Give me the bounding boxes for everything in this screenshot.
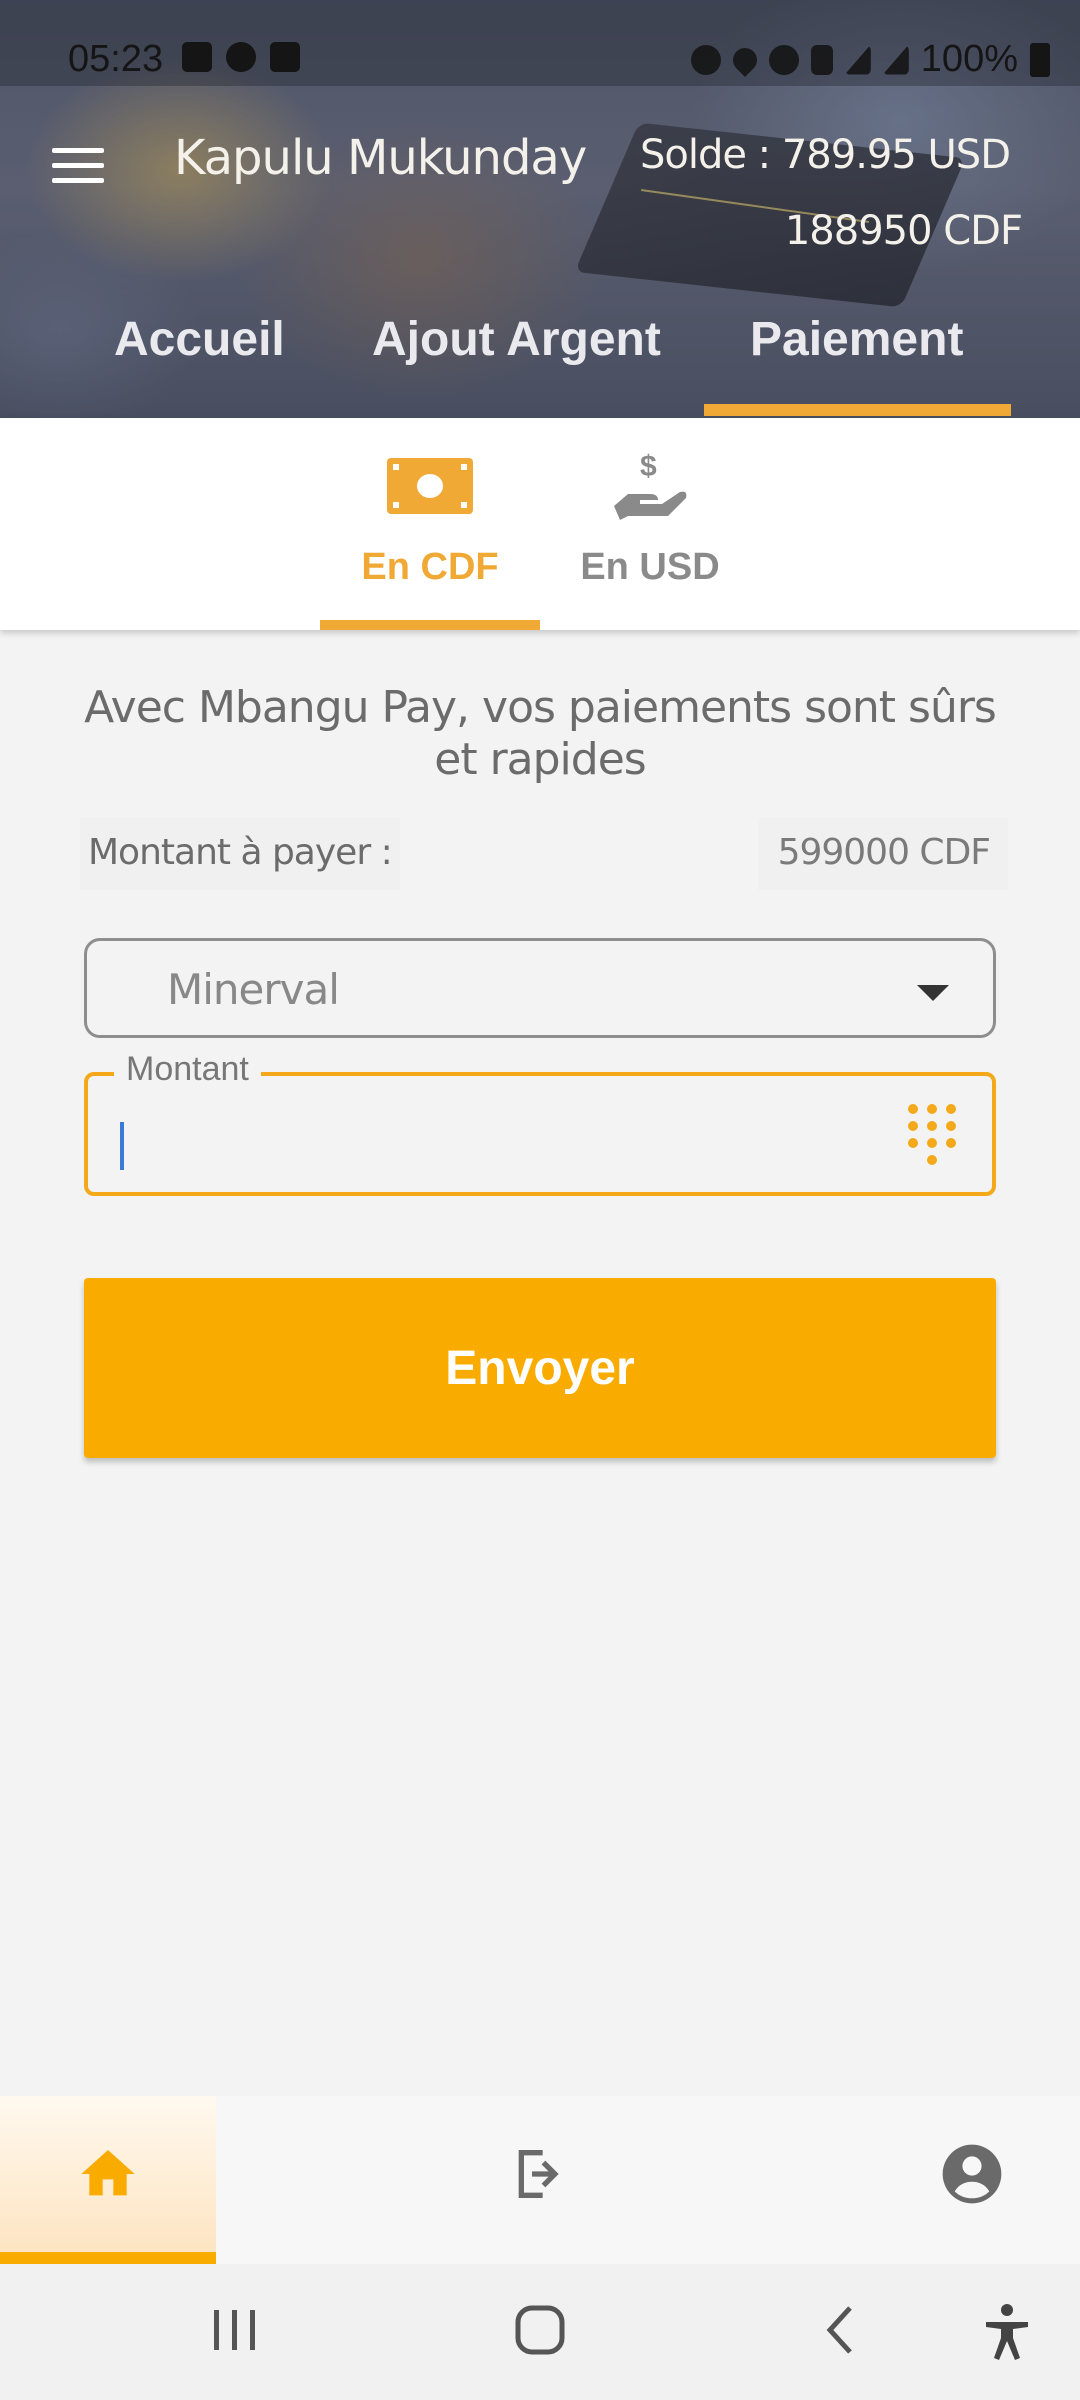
- notification-icons: [182, 42, 300, 72]
- dialpad-icon[interactable]: [908, 1104, 956, 1168]
- bottom-navigation: [0, 2096, 1080, 2264]
- hand-dollar-icon: $: [614, 450, 687, 520]
- status-bar: 05:23 100%: [0, 0, 1080, 86]
- amount-to-pay-value: 599000 CDF: [777, 832, 991, 873]
- battery-percent: 100%: [920, 38, 1018, 80]
- dropdown-arrow-icon: [917, 985, 949, 1001]
- hotspot-icon: [768, 44, 799, 75]
- amount-to-pay-row: Montant à payer : 599000 CDF: [80, 818, 1008, 890]
- user-name: Kapulu Mukunday: [174, 130, 587, 186]
- amount-input[interactable]: Montant: [84, 1050, 996, 1196]
- amount-label-box: Montant à payer :: [80, 818, 400, 890]
- main-tabs: Accueil Ajout Argent Paiement: [0, 300, 1080, 418]
- tab-paiement[interactable]: Paiement: [750, 312, 963, 367]
- amount-to-pay-label: Montant à payer :: [88, 832, 393, 873]
- battery-icon: [1030, 42, 1050, 77]
- amount-value-box: 599000 CDF: [758, 818, 1008, 890]
- home-button-icon[interactable]: [512, 2302, 568, 2358]
- payment-type-value: Minerval: [167, 965, 340, 1014]
- balance-cdf: 188950 CDF: [784, 208, 1023, 254]
- system-navigation-bar: [0, 2264, 1080, 2400]
- location-icon: [727, 42, 762, 77]
- facebook-notification-icon: [226, 42, 256, 72]
- app-header: 05:23 100% Kapulu Mukunday Solde : 789.9…: [0, 0, 1080, 418]
- account-icon[interactable]: [940, 2142, 1004, 2206]
- subtab-en-cdf[interactable]: En CDF: [320, 418, 540, 630]
- alarm-icon: [690, 44, 721, 75]
- send-button[interactable]: Envoyer: [84, 1278, 996, 1458]
- tagline: Avec Mbangu Pay, vos paiements sont sûrs…: [84, 682, 997, 785]
- tab-accueil[interactable]: Accueil: [114, 312, 285, 367]
- active-tab-indicator: [704, 404, 1011, 416]
- hamburger-menu-icon[interactable]: [52, 148, 104, 184]
- subtab-en-usd[interactable]: $ En USD: [540, 418, 760, 630]
- accessibility-icon[interactable]: [982, 2302, 1032, 2362]
- back-icon[interactable]: [818, 2302, 862, 2358]
- text-cursor: [120, 1122, 124, 1170]
- banknote-icon: [387, 458, 473, 514]
- currency-subtabs: En CDF $ En USD: [0, 418, 1080, 630]
- system-status-icons: 100%: [690, 38, 1050, 81]
- subtab-label-cdf: En CDF: [361, 546, 499, 588]
- network-4g-icon: [810, 44, 833, 75]
- tab-ajout-argent[interactable]: Ajout Argent: [372, 312, 661, 367]
- active-subtab-indicator: [320, 620, 540, 630]
- nav-active-indicator: [0, 2252, 216, 2264]
- message-notification-icon: [270, 42, 300, 72]
- balance-usd: Solde : 789.95 USD: [639, 132, 1011, 178]
- home-icon: [81, 2150, 135, 2196]
- recent-apps-icon[interactable]: [210, 2302, 260, 2356]
- amount-input-label: Montant: [114, 1050, 261, 1089]
- svg-text:$: $: [640, 450, 657, 483]
- signal-2-icon: [882, 44, 909, 75]
- gallery-notification-icon: [182, 42, 212, 72]
- status-time: 05:23: [68, 38, 164, 80]
- nav-home[interactable]: [0, 2096, 216, 2264]
- payment-type-select[interactable]: Minerval: [84, 938, 996, 1038]
- logout-icon[interactable]: [508, 2142, 572, 2206]
- signal-1-icon: [844, 44, 871, 75]
- subtab-label-usd: En USD: [580, 546, 720, 588]
